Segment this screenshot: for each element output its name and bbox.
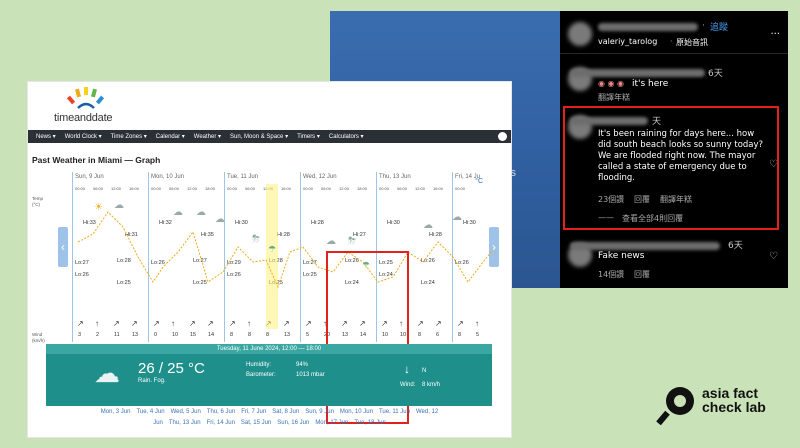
page-title: Past Weather in Miami — Graph — [32, 155, 161, 165]
follow-button[interactable]: 追蹤 — [710, 20, 728, 33]
rain-cloud-icon: ☁ — [94, 358, 120, 388]
date-link[interactable]: Sat, 15 Jun — [241, 420, 271, 426]
date-link[interactable]: Fri, 7 Jun — [241, 409, 266, 415]
date-links: Mon, 3 Jun Tue, 4 Jun Wed, 5 Jun Thu, 6 Jun… — [28, 407, 511, 429]
date-links-row-2: Jun Thu, 13 Jun Fri, 14 Jun Sat, 15 Jun Sun,… — [28, 418, 511, 429]
date-link[interactable]: Tue, 18 Jun — [354, 420, 385, 426]
comment-text: Fake news — [598, 251, 645, 261]
cloud-icon: ☁ — [452, 212, 462, 223]
nav-sun-moon[interactable]: Sun, Moon & Space ▾ — [230, 133, 288, 140]
weather-graph: Temp (°C) Wind (km/h) °C ‹ › Sun, 9 Jun 0… — [28, 172, 511, 343]
watermark-text: asia fact check lab — [702, 386, 766, 414]
date-link[interactable]: Fri, 14 Jun — [207, 420, 235, 426]
blurred-username — [570, 242, 720, 250]
divider — [560, 53, 788, 54]
date-link[interactable]: Wed, 5 Jun — [171, 409, 201, 415]
header-separator-2: · — [670, 37, 673, 46]
period-temperature: 26 / 25 °C — [138, 360, 205, 377]
date-link[interactable]: Thu, 6 Jun — [207, 409, 235, 415]
emoji-row: ◉ ◉ ◉ — [598, 79, 625, 88]
nav-calculators[interactable]: Calculators ▾ — [329, 133, 364, 140]
heart-icon[interactable]: ♡ — [769, 251, 778, 262]
wind-direction: N — [422, 368, 427, 374]
reply-link[interactable]: 回覆 — [634, 269, 650, 280]
watermark-line-1: asia fact — [702, 385, 759, 401]
cloud-icon: ☁ — [196, 207, 206, 218]
site-header: timeanddate — [28, 82, 511, 130]
logo-icon — [66, 87, 105, 109]
barometer-value: 1013 mbar — [296, 372, 325, 378]
date-link[interactable]: Mon, 3 Jun — [101, 409, 131, 415]
blurred-username — [598, 23, 698, 31]
comment-1: 6天 ◉ ◉ ◉ it's here 翻譯年糕 — [560, 65, 788, 105]
humidity-value: 94% — [296, 362, 309, 368]
comment-time: 6天 — [728, 241, 743, 251]
highlight-box — [563, 106, 779, 230]
nav-news[interactable]: News ▾ — [36, 133, 56, 140]
date-link[interactable]: Thu, 13 Jun — [169, 420, 201, 426]
period-details: Tuesday, 11 June 2024, 12:00 — 18:00 ☁ 2… — [46, 344, 492, 406]
likes-count[interactable]: 14個讚 — [598, 269, 624, 280]
cloud-icon: ☁ — [114, 200, 124, 211]
nav-time-zones[interactable]: Time Zones ▾ — [111, 133, 147, 140]
post-header: · 追蹤 valeriy_tarolog · 原始音訊 ··· — [560, 19, 788, 49]
watermark-line-2: check lab — [702, 399, 766, 415]
timeanddate-page: timeanddate News ▾ World Clock ▾ Time Zo… — [28, 82, 511, 437]
date-link[interactable]: Tue, 11 Jun — [379, 409, 410, 415]
comment-3: 6天 Fake news ♡ 14個讚 回覆 — [560, 237, 788, 282]
date-links-row-1: Mon, 3 Jun Tue, 4 Jun Wed, 5 Jun Thu, 6 Jun… — [28, 407, 511, 418]
storm-icon: ⛈ — [252, 234, 260, 245]
translate-link[interactable]: 翻譯年糕 — [598, 92, 630, 103]
period-description: Rain. Fog. — [138, 378, 166, 384]
rain-icon: ☂ — [268, 244, 277, 254]
date-link[interactable]: Mon, 10 Jun — [340, 409, 373, 415]
storm-icon: ⛈ — [348, 236, 356, 247]
original-audio-link[interactable]: 原始音訊 — [676, 37, 708, 48]
cloud-icon: ☁ — [423, 220, 433, 231]
comment-text: it's here — [632, 79, 669, 89]
asia-fact-check-lab-watermark: asia fact check lab — [656, 380, 796, 428]
blurred-username — [570, 69, 705, 77]
wind-value: 8 km/h — [422, 382, 441, 388]
nav-world-clock[interactable]: World Clock ▾ — [65, 133, 102, 140]
ghost-text: s — [510, 167, 517, 179]
header-separator: · — [702, 21, 705, 31]
user-icon[interactable] — [498, 132, 507, 141]
header-username[interactable]: valeriy_tarolog — [598, 37, 657, 46]
nav-calendar[interactable]: Calendar ▾ — [156, 133, 185, 140]
nav-timers[interactable]: Timers ▾ — [297, 133, 320, 140]
barometer-label: Barometer: — [246, 372, 276, 378]
date-link[interactable]: Tue, 4 Jun — [136, 409, 164, 415]
logo-text[interactable]: timeanddate — [54, 112, 113, 124]
sun-cloud-icon: ☀ — [94, 202, 103, 213]
avatar[interactable] — [568, 22, 592, 46]
comment-time: 6天 — [708, 69, 723, 79]
wind-arrow-icon: ↓ — [404, 362, 410, 376]
magnifier-logo-icon — [656, 387, 694, 425]
date-link[interactable]: Jun — [153, 420, 163, 426]
cloud-icon: ☁ — [326, 236, 336, 247]
period-time: Tuesday, 11 June 2024, 12:00 — 18:00 — [46, 344, 492, 354]
date-link[interactable]: Sun, 16 Jun — [277, 420, 309, 426]
cloud-icon: ☁ — [215, 214, 225, 225]
date-link[interactable]: Wed, 12 — [416, 409, 438, 415]
cloud-icon: ☁ — [173, 207, 183, 218]
more-options-icon[interactable]: ··· — [770, 29, 780, 40]
main-nav: News ▾ World Clock ▾ Time Zones ▾ Calend… — [28, 130, 511, 143]
nav-weather[interactable]: Weather ▾ — [194, 133, 221, 140]
date-link[interactable]: Sun, 9 Jun — [305, 409, 334, 415]
date-link[interactable]: Mon, 17 Jun — [315, 420, 348, 426]
temp-curve — [77, 211, 494, 289]
wind-label: Wind: — [400, 382, 416, 388]
date-link[interactable]: Sat, 8 Jun — [272, 409, 299, 415]
humidity-label: Humidity: — [246, 362, 272, 368]
